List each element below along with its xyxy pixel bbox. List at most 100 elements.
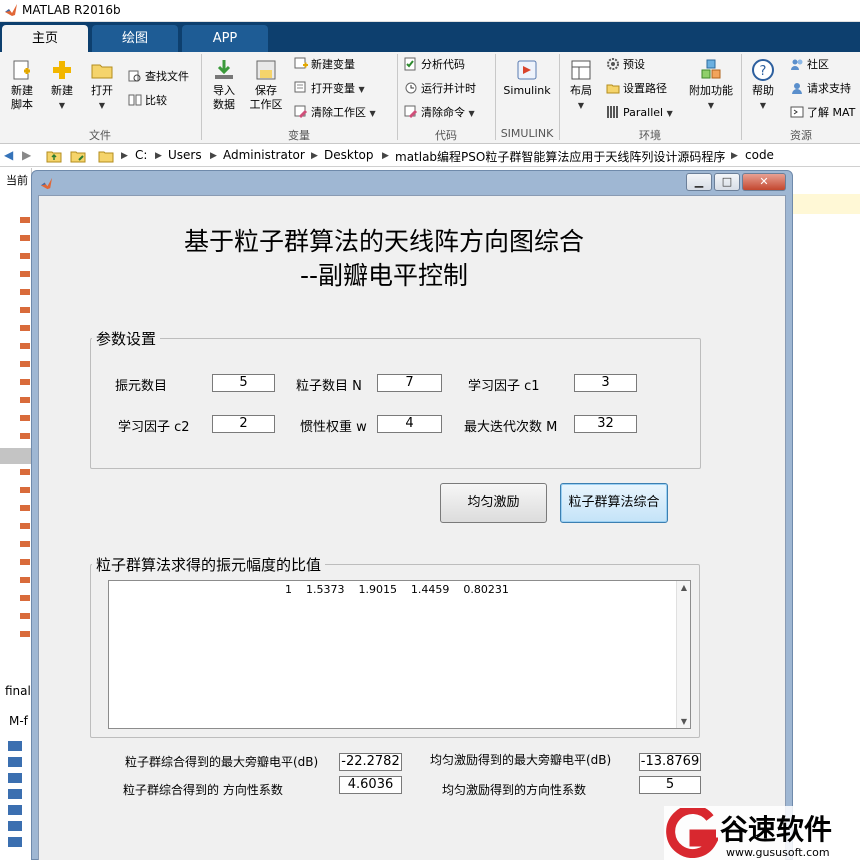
breadcrumb-code[interactable]: code	[745, 148, 774, 162]
chevron-down-icon: ▼	[358, 85, 365, 94]
minimize-button[interactable]: ▁	[686, 173, 712, 191]
help-icon: ?	[752, 59, 774, 81]
file-details-label: final	[5, 684, 31, 698]
new-variable-icon	[294, 57, 308, 69]
simulink-button[interactable]: Simulink	[500, 58, 554, 98]
browse-folder-icon[interactable]	[70, 148, 86, 163]
import-data-button[interactable]: 导入 数据	[206, 58, 242, 112]
save-workspace-button[interactable]: 保存 工作区	[246, 58, 286, 112]
open-button[interactable]: 打开 ▼	[84, 58, 120, 113]
info-bar	[790, 194, 860, 214]
figure-client-area: 基于粒子群算法的天线阵方向图综合 --副瓣电平控制 参数设置 振元数目 5 粒子…	[38, 195, 786, 860]
new-variable-button[interactable]: 新建变量	[294, 56, 355, 74]
amplitude-ratio-listbox[interactable]: 1 1.5373 1.9015 1.4459 0.80231 ▲ ▼	[108, 580, 691, 729]
run-and-time-button[interactable]: 运行并计时	[404, 80, 476, 98]
app-title: MATLAB R2016b	[22, 3, 121, 17]
brand-g-icon	[666, 808, 718, 858]
uniform-directivity-value: 5	[639, 776, 701, 794]
help-button[interactable]: ? 帮助 ▼	[746, 58, 780, 113]
layout-button[interactable]: 布局 ▼	[564, 58, 598, 113]
inertia-weight-label: 惯性权重 w	[300, 420, 367, 435]
request-support-button[interactable]: 请求支持	[790, 80, 851, 98]
chevron-right-icon: ▶	[210, 151, 217, 161]
set-path-button[interactable]: 设置路径	[606, 80, 667, 98]
parallel-button[interactable]: Parallel ▼	[606, 104, 673, 122]
community-button[interactable]: 社区	[790, 56, 829, 74]
analyze-code-icon	[404, 57, 416, 71]
uniform-directivity-label: 均匀激励得到的方向性系数	[442, 783, 587, 797]
selected-file-row[interactable]	[0, 448, 32, 464]
learning-factor-c1-field[interactable]: 3	[574, 374, 637, 392]
forward-arrow-icon[interactable]: ▶	[22, 148, 31, 162]
preferences-label: 预设	[623, 58, 645, 71]
set-path-label: 设置路径	[623, 82, 667, 95]
matlab-titlebar: MATLAB R2016b	[0, 0, 860, 22]
chevron-down-icon: ▼	[98, 101, 106, 110]
pso-synthesis-button[interactable]: 粒子群算法综合	[560, 483, 668, 523]
request-support-label: 请求支持	[807, 82, 851, 95]
breadcrumb-administrator[interactable]: Administrator	[223, 148, 305, 162]
breadcrumb-users[interactable]: Users	[168, 148, 202, 162]
scroll-up-icon[interactable]: ▲	[677, 583, 691, 592]
breadcrumb-project[interactable]: matlab编程PSO粒子群智能算法应用于天线阵列设计源码程序	[395, 148, 725, 165]
clear-workspace-button[interactable]: 清除工作区 ▼	[294, 104, 376, 122]
tab-apps[interactable]: APP	[182, 25, 268, 52]
learning-factor-c2-field[interactable]: 2	[212, 415, 275, 433]
scroll-down-icon[interactable]: ▼	[677, 717, 691, 726]
pso-directivity-label: 粒子群综合得到的 方向性系数	[123, 783, 283, 797]
chevron-right-icon: ▶	[382, 151, 389, 161]
preferences-button[interactable]: 预设	[606, 56, 645, 74]
uniform-max-sidelobe-value: -13.8769	[639, 753, 701, 771]
compare-button[interactable]: 比较	[128, 92, 167, 110]
max-iterations-label: 最大迭代次数 M	[464, 420, 558, 435]
folder-icon	[91, 64, 113, 79]
element-count-field[interactable]: 5	[212, 374, 275, 392]
open-variable-button[interactable]: 打开变量 ▼	[294, 80, 365, 98]
analyze-code-button[interactable]: 分析代码	[404, 56, 465, 74]
close-button[interactable]: ✕	[742, 173, 786, 191]
back-arrow-icon[interactable]: ◀	[4, 148, 13, 162]
matlab-logo-icon	[5, 4, 17, 16]
maximize-button[interactable]: □	[714, 173, 740, 191]
clear-workspace-label: 清除工作区	[311, 106, 366, 119]
open-label: 打开	[91, 84, 113, 97]
learn-matlab-button[interactable]: 了解 MAT	[790, 104, 855, 122]
mfile-section-label: M-f	[9, 714, 28, 728]
find-files-button[interactable]: 查找文件	[128, 68, 189, 86]
tab-plots[interactable]: 绘图	[92, 25, 178, 52]
open-variable-icon	[294, 81, 306, 93]
chevron-down-icon: ▼	[577, 101, 585, 110]
new-button[interactable]: 新建 ▼	[44, 58, 80, 113]
parameter-panel-title: 参数设置	[92, 328, 161, 349]
support-icon	[792, 83, 802, 94]
particle-count-label: 粒子数目 N	[296, 379, 362, 394]
uniform-excitation-button[interactable]: 均匀激励	[440, 483, 547, 523]
add-ons-label: 附加功能	[689, 84, 733, 97]
particle-count-field[interactable]: 7	[377, 374, 442, 392]
command-window-background	[790, 168, 860, 860]
group-label-variable: 变量	[288, 129, 310, 142]
run-and-time-label: 运行并计时	[421, 82, 476, 95]
page-title: 基于粒子群算法的天线阵方向图综合	[183, 227, 584, 256]
add-ons-button[interactable]: 附加功能 ▼	[686, 58, 736, 113]
group-label-file: 文件	[89, 129, 111, 142]
uniform-max-sidelobe-label: 均匀激励得到的最大旁瓣电平(dB)	[430, 753, 612, 767]
address-bar: ◀ ▶ ▶ C: ▶ Users ▶ Administrator ▶ Deskt…	[0, 145, 860, 167]
new-script-label: 新建 脚本	[11, 84, 33, 111]
inertia-weight-field[interactable]: 4	[377, 415, 442, 433]
chevron-down-icon: ▼	[58, 101, 66, 110]
simulink-label: Simulink	[503, 84, 551, 97]
up-folder-icon[interactable]	[46, 148, 62, 163]
result-panel-title: 粒子群算法求得的振元幅度的比值	[92, 554, 326, 575]
new-script-button[interactable]: 新建 脚本	[4, 58, 40, 112]
breadcrumb-desktop[interactable]: Desktop	[324, 148, 374, 162]
max-iterations-field[interactable]: 32	[574, 415, 637, 433]
listbox-scrollbar[interactable]: ▲ ▼	[676, 581, 690, 728]
clear-commands-button[interactable]: 清除命令 ▼	[404, 104, 475, 122]
group-label-code: 代码	[435, 129, 457, 142]
breadcrumb-drive[interactable]: C:	[135, 148, 147, 162]
analyze-code-label: 分析代码	[421, 58, 465, 71]
help-label: 帮助	[752, 84, 774, 97]
tab-home[interactable]: 主页	[2, 25, 88, 52]
group-label-environment: 环境	[639, 129, 661, 142]
